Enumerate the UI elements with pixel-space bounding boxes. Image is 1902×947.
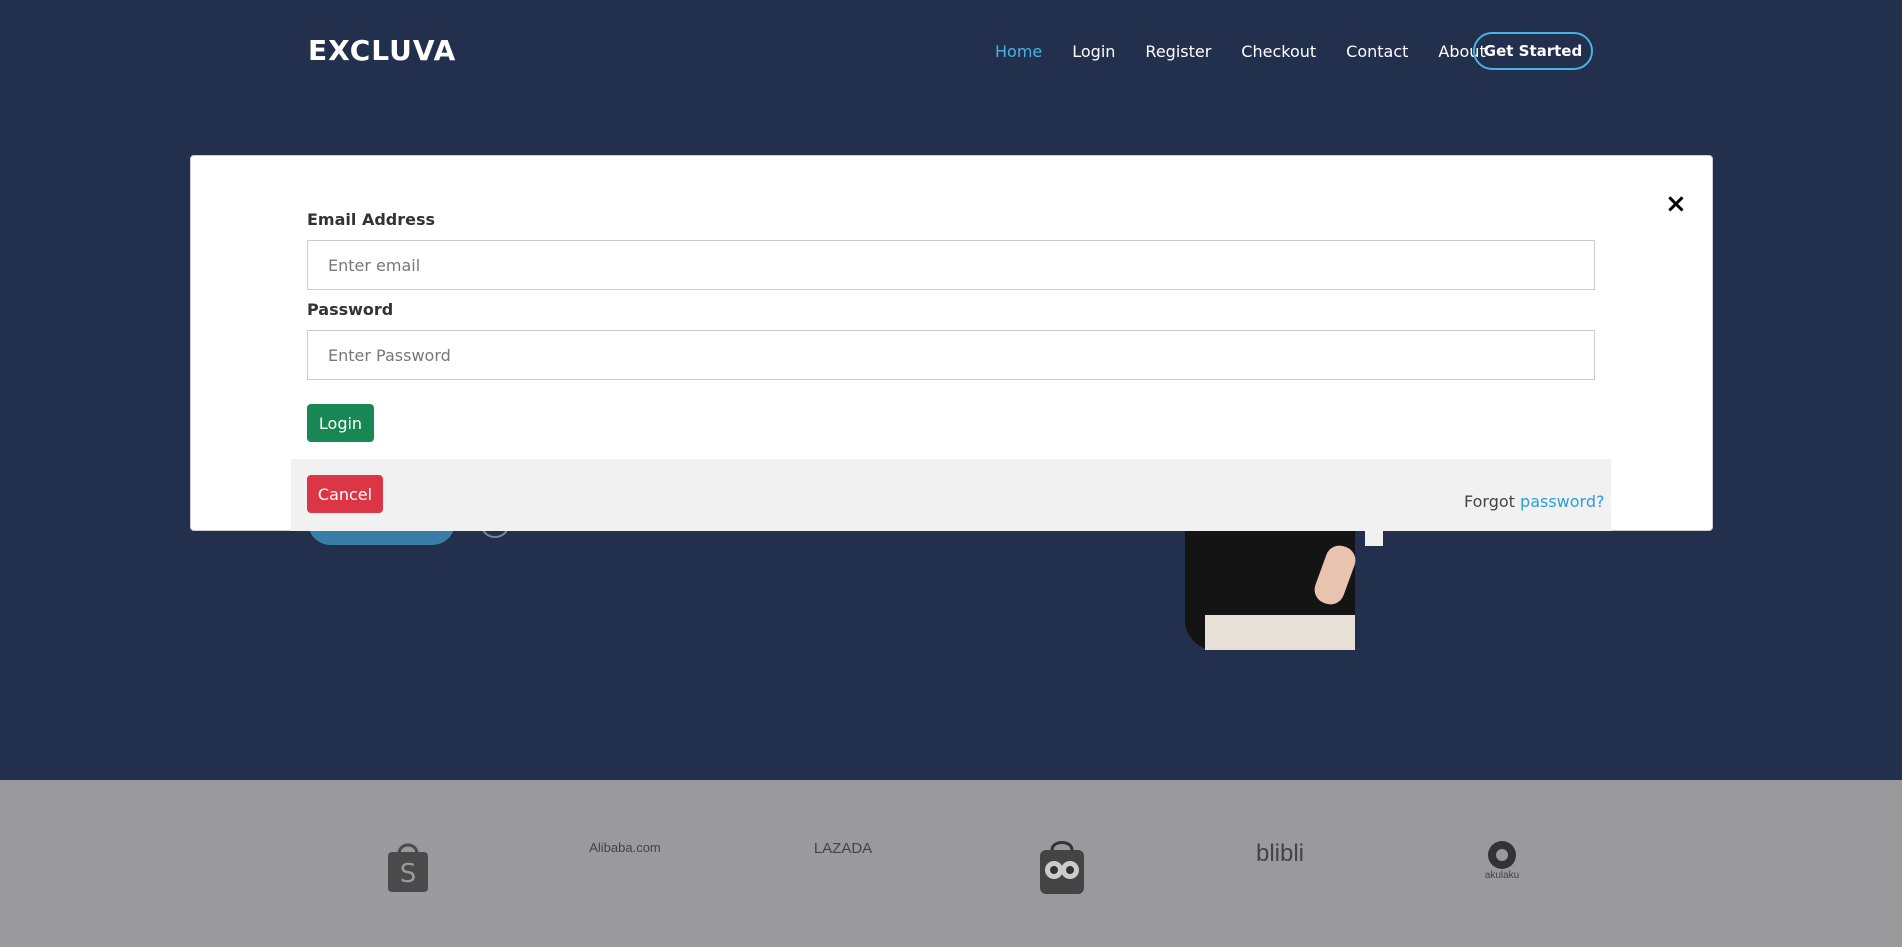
- akulaku-icon: [1488, 841, 1516, 869]
- brand-tokopedia[interactable]: [1035, 840, 1089, 896]
- blibli-icon: blibli: [1255, 840, 1305, 867]
- email-field[interactable]: [307, 240, 1595, 290]
- nav-contact[interactable]: Contact: [1346, 42, 1408, 61]
- close-icon[interactable]: ×: [1665, 191, 1687, 217]
- hero-image: [1165, 530, 1395, 650]
- forgot-password: Forgot password?: [1464, 492, 1604, 511]
- brand-blibli[interactable]: blibli: [1235, 840, 1325, 868]
- nav-home[interactable]: Home: [995, 42, 1042, 61]
- brand-band: [0, 780, 1902, 947]
- brand-lazada[interactable]: LAZADA: [808, 840, 878, 857]
- paper-shape: [1365, 530, 1383, 546]
- nav-login[interactable]: Login: [1072, 42, 1115, 61]
- main-nav: Home Login Register Checkout Contact Abo…: [995, 42, 1516, 61]
- nav-register[interactable]: Register: [1145, 42, 1211, 61]
- cancel-button[interactable]: Cancel: [307, 475, 383, 513]
- password-field[interactable]: [307, 330, 1595, 380]
- pants-shape: [1205, 615, 1355, 650]
- login-button[interactable]: Login: [307, 404, 374, 442]
- brand-akulaku[interactable]: akulaku: [1480, 840, 1524, 881]
- nav-checkout[interactable]: Checkout: [1241, 42, 1316, 61]
- alibaba-icon: Alibaba.com: [589, 840, 661, 855]
- tokopedia-owl-icon: [1040, 841, 1084, 894]
- svg-text:S: S: [400, 859, 417, 889]
- password-label: Password: [307, 300, 394, 319]
- site-logo[interactable]: EXCLUVA: [308, 34, 456, 67]
- lazada-icon: LAZADA: [813, 840, 873, 857]
- brand-shopee[interactable]: S: [383, 840, 433, 894]
- shopee-bag-icon: S: [388, 843, 428, 892]
- email-label: Email Address: [307, 210, 436, 229]
- brand-alibaba[interactable]: Alibaba.com: [585, 840, 665, 855]
- forgot-prefix: Forgot: [1464, 492, 1515, 511]
- akulaku-label: akulaku: [1484, 870, 1520, 881]
- forgot-password-link[interactable]: password?: [1520, 492, 1604, 511]
- modal-footer: [291, 459, 1611, 531]
- get-started-button[interactable]: Get Started: [1473, 32, 1593, 70]
